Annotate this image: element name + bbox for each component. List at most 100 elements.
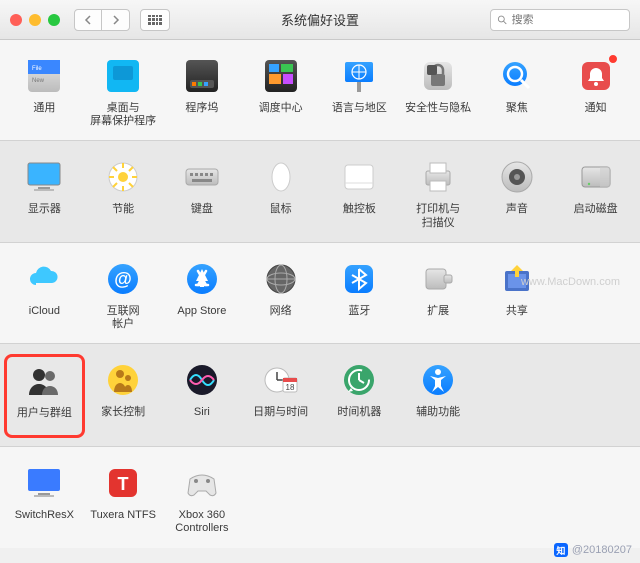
pref-notifications[interactable]: 通知 [557, 54, 634, 130]
pref-siri[interactable]: Siri [164, 358, 241, 436]
pref-users-groups[interactable]: 用户与群组 [4, 354, 85, 438]
label: 键盘 [191, 203, 213, 229]
chevron-right-icon [112, 15, 120, 25]
close-button[interactable] [10, 14, 22, 26]
pref-startup-disk[interactable]: 启动磁盘 [557, 155, 634, 231]
label: 扩展 [427, 305, 449, 331]
desktop-icon [103, 56, 143, 96]
label: 节能 [112, 203, 134, 229]
nav-buttons [74, 9, 130, 31]
label: 打印机与扫描仪 [416, 203, 460, 229]
prefs-row-3: iCloud @ 互联网帐户 App Store 网络 蓝牙 扩展 共享 [0, 243, 640, 344]
pref-mission-control[interactable]: 调度中心 [242, 54, 319, 130]
label: 声音 [506, 203, 528, 229]
svg-text:18: 18 [285, 383, 294, 392]
pref-xbox[interactable]: Xbox 360Controllers [164, 461, 241, 537]
pref-bluetooth[interactable]: 蓝牙 [321, 257, 398, 333]
label: Tuxera NTFS [90, 509, 156, 535]
prefs-row-5: SwitchResX T Tuxera NTFS Xbox 360Control… [0, 447, 640, 547]
trackpad-icon [339, 157, 379, 197]
label: 触控板 [343, 203, 376, 229]
label: 鼠标 [270, 203, 292, 229]
pref-sharing[interactable]: 共享 [479, 257, 556, 333]
label: 通用 [33, 102, 55, 128]
pref-desktop[interactable]: 桌面与屏幕保护程序 [85, 54, 162, 130]
search-icon [497, 14, 508, 26]
label: 聚焦 [506, 102, 528, 128]
search-input[interactable] [512, 14, 623, 26]
label: 桌面与屏幕保护程序 [90, 102, 156, 128]
mouse-icon [261, 157, 301, 197]
pref-timemachine[interactable]: 时间机器 [321, 358, 398, 436]
label: SwitchResX [15, 509, 74, 535]
pref-spotlight[interactable]: 聚焦 [479, 54, 556, 130]
svg-text:New: New [32, 78, 45, 84]
minimize-button[interactable] [29, 14, 41, 26]
pref-displays[interactable]: 显示器 [6, 155, 83, 231]
language-icon [339, 56, 379, 96]
show-all-button[interactable] [140, 9, 170, 31]
zhihu-icon: 知 [554, 543, 568, 557]
search-field[interactable] [490, 9, 630, 31]
label: Siri [194, 406, 210, 432]
label: 安全性与隐私 [405, 102, 471, 128]
pref-keyboard[interactable]: 键盘 [164, 155, 241, 231]
label: 日期与时间 [253, 406, 308, 432]
appstore-icon [182, 259, 222, 299]
pref-datetime[interactable]: 18 日期与时间 [242, 358, 319, 436]
grid-icon [148, 15, 162, 25]
internet-accounts-icon: @ [103, 259, 143, 299]
pref-switchresx[interactable]: SwitchResX [6, 461, 83, 537]
datetime-icon: 18 [261, 360, 301, 400]
pref-language-region[interactable]: 语言与地区 [321, 54, 398, 130]
label: 蓝牙 [348, 305, 370, 331]
label: 程序坞 [185, 102, 218, 128]
pref-tuxera[interactable]: T Tuxera NTFS [85, 461, 162, 537]
pref-general[interactable]: FileNew 通用 [6, 54, 83, 130]
label: Xbox 360Controllers [175, 509, 228, 535]
label: 调度中心 [259, 102, 303, 128]
credit-text: @20180207 [572, 544, 632, 556]
parental-icon [103, 360, 143, 400]
maximize-button[interactable] [48, 14, 60, 26]
displays-icon [24, 157, 64, 197]
forward-button[interactable] [102, 9, 130, 31]
pref-extensions[interactable]: 扩展 [400, 257, 477, 333]
pref-dock[interactable]: 程序坞 [164, 54, 241, 130]
chevron-left-icon [84, 15, 92, 25]
pref-sound[interactable]: 声音 [479, 155, 556, 231]
back-button[interactable] [74, 9, 102, 31]
pref-security[interactable]: 安全性与隐私 [400, 54, 477, 130]
svg-text:T: T [118, 474, 129, 494]
xbox-icon [182, 463, 222, 503]
label: 通知 [585, 102, 607, 128]
label: 家长控制 [101, 406, 145, 432]
startup-disk-icon [576, 157, 616, 197]
label: 显示器 [28, 203, 61, 229]
users-icon [24, 361, 64, 401]
accessibility-icon [418, 360, 458, 400]
label: 时间机器 [337, 406, 381, 432]
pref-mouse[interactable]: 鼠标 [242, 155, 319, 231]
prefs-row-4: 用户与群组 家长控制 Siri 18 日期与时间 时间机器 辅助功能 [0, 344, 640, 447]
pref-trackpad[interactable]: 触控板 [321, 155, 398, 231]
pref-accessibility[interactable]: 辅助功能 [400, 358, 477, 436]
pref-icloud[interactable]: iCloud [6, 257, 83, 333]
pref-appstore[interactable]: App Store [164, 257, 241, 333]
prefs-panel: FileNew 通用 桌面与屏幕保护程序 程序坞 调度中心 语言与地区 安全性与… [0, 40, 640, 548]
icloud-icon [24, 259, 64, 299]
pref-internet-accounts[interactable]: @ 互联网帐户 [85, 257, 162, 333]
pref-energy[interactable]: 节能 [85, 155, 162, 231]
dock-icon [182, 56, 222, 96]
credit: 知 @20180207 [554, 543, 632, 557]
pref-printers[interactable]: 打印机与扫描仪 [400, 155, 477, 231]
keyboard-icon [182, 157, 222, 197]
pref-parental[interactable]: 家长控制 [85, 358, 162, 436]
security-icon [418, 56, 458, 96]
pref-network[interactable]: 网络 [242, 257, 319, 333]
label: iCloud [29, 305, 60, 331]
prefs-row-1: FileNew 通用 桌面与屏幕保护程序 程序坞 调度中心 语言与地区 安全性与… [0, 40, 640, 141]
label: 互联网帐户 [107, 305, 140, 331]
titlebar: 系统偏好设置 [0, 0, 640, 40]
energy-icon [103, 157, 143, 197]
